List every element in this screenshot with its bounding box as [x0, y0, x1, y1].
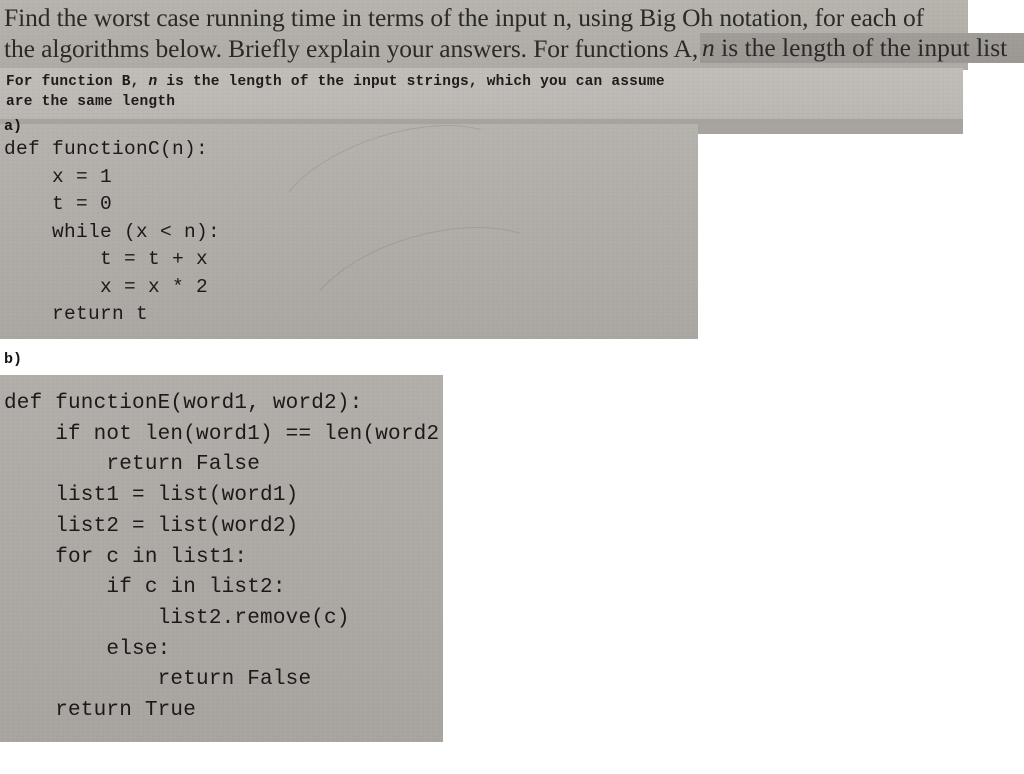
part-label-b: b) — [4, 351, 23, 368]
question-line-1: Find the worst case running time in term… — [4, 3, 924, 32]
addendum-variable-n-italic: n — [148, 74, 158, 90]
code-panel-function-e: def functionE(word1, word2): if not len(… — [0, 375, 443, 742]
code-block-function-e: def functionE(word1, word2): if not len(… — [4, 392, 443, 723]
addendum-line-1-part-2: is the length of the input strings, whic… — [157, 74, 665, 90]
addendum-panel: For function B, n is the length of the i… — [0, 68, 963, 124]
question-highlight-rest: is the length of the input list — [714, 33, 1008, 62]
code-panel-function-c: def functionC(n): x = 1 t = 0 while (x <… — [0, 124, 698, 339]
bleed-through-text — [360, 239, 364, 256]
question-highlighted-clause: n is the length of the input list — [700, 33, 1024, 63]
variable-n-italic: n — [702, 33, 715, 62]
part-label-a: a) — [4, 118, 23, 135]
question-highlight-text: n is the length of the input list — [702, 35, 1007, 61]
addendum-line-2: are the same length — [6, 94, 176, 110]
question-line-2: the algorithms below. Briefly explain yo… — [4, 34, 699, 63]
addendum-line-1: For function B, n is the length of the i… — [6, 75, 665, 90]
bleed-through-text — [300, 306, 304, 323]
bleed-through-text — [330, 184, 334, 201]
code-block-function-c: def functionC(n): x = 1 t = 0 while (x <… — [4, 138, 221, 325]
addendum-line-1-part-1: For function B, — [6, 74, 149, 90]
